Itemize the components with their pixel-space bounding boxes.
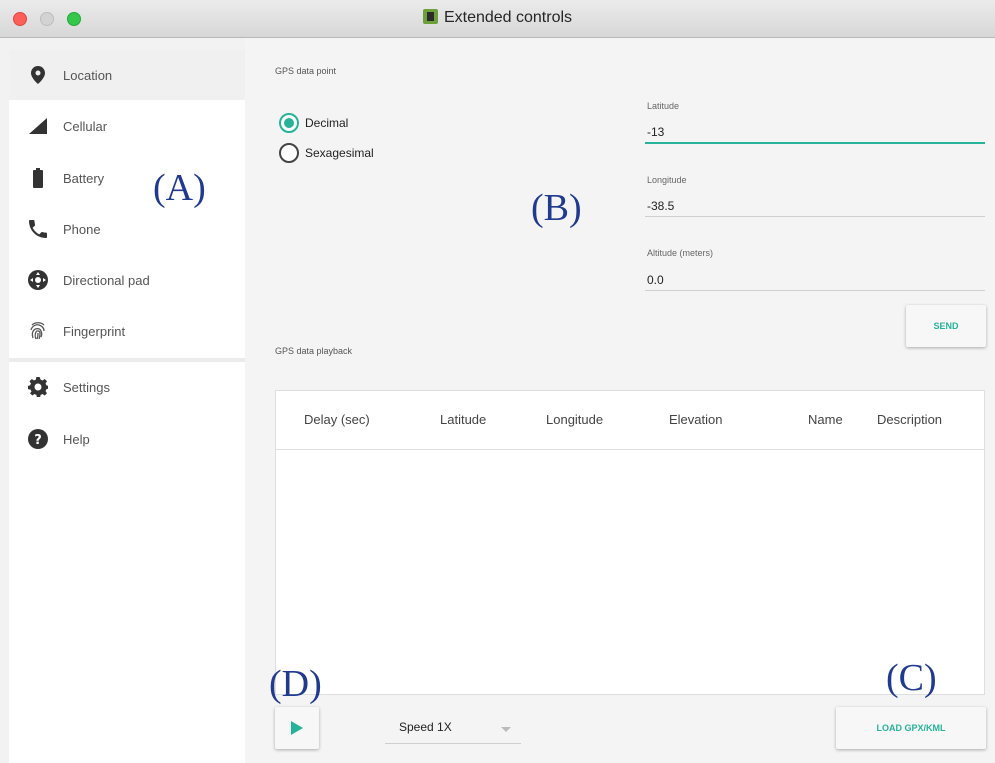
title-bar: Extended controls — [0, 0, 995, 38]
sidebar-item-directional-pad[interactable]: Directional pad — [9, 255, 245, 305]
column-header: Elevation — [669, 412, 723, 427]
signal-icon — [27, 115, 49, 137]
gps-playback-table[interactable]: Delay (sec) Latitude Longitude Elevation… — [275, 390, 985, 695]
radio-selected-icon — [279, 113, 299, 133]
column-header: Description — [877, 412, 943, 427]
sidebar-item-cellular[interactable]: Cellular — [9, 101, 245, 151]
altitude-input[interactable] — [645, 269, 985, 291]
gear-icon — [27, 376, 49, 398]
extended-controls-window: Extended controls Location Cellular Batt… — [0, 0, 995, 763]
annotation-b: (B) — [531, 187, 582, 229]
gps-data-playback-title: GPS data playback — [275, 346, 353, 356]
load-gpx-kml-button[interactable]: LOAD GPX/KML — [836, 707, 986, 749]
sidebar-item-battery[interactable]: Battery — [9, 153, 245, 203]
sidebar-item-location[interactable]: Location — [9, 50, 245, 100]
location-pin-icon — [27, 64, 49, 86]
column-header: Delay (sec) — [304, 412, 370, 427]
window-title-text: Extended controls — [443, 9, 573, 26]
radio-unselected-icon — [279, 143, 299, 163]
help-icon: ? — [27, 428, 49, 450]
sidebar-item-label: Cellular — [63, 118, 108, 134]
column-header: Name — [808, 412, 843, 427]
battery-icon — [27, 167, 49, 189]
altitude-label: Altitude (meters) — [647, 248, 714, 258]
annotation-a: (A) — [153, 167, 206, 209]
table-header: Delay (sec) Latitude Longitude Elevation… — [276, 391, 984, 450]
latitude-input[interactable] — [645, 122, 985, 144]
sidebar-item-label: Fingerprint — [63, 323, 126, 339]
send-button[interactable]: SEND — [906, 305, 986, 347]
sidebar-item-label: Battery — [63, 170, 105, 186]
speed-value: Speed 1X — [399, 720, 452, 734]
annotation-c: (C) — [886, 657, 937, 699]
chevron-down-icon — [501, 727, 511, 732]
play-button[interactable] — [275, 707, 319, 749]
sidebar-item-label: Settings — [63, 379, 110, 395]
sidebar-item-settings[interactable]: Settings — [9, 362, 245, 412]
longitude-label: Longitude — [647, 175, 687, 185]
sidebar: Location Cellular Battery Phone Directio… — [9, 50, 245, 763]
app-icon — [422, 9, 438, 24]
annotation-d: (D) — [269, 663, 322, 705]
radio-sexagesimal[interactable]: Sexagesimal — [279, 143, 374, 163]
longitude-input[interactable] — [645, 195, 985, 217]
svg-text:?: ? — [34, 433, 42, 448]
sidebar-item-label: Phone — [63, 221, 101, 237]
dpad-icon — [27, 269, 49, 291]
column-header: Latitude — [440, 412, 487, 427]
radio-decimal[interactable]: Decimal — [279, 113, 348, 133]
fingerprint-icon — [27, 320, 49, 342]
column-header: Longitude — [546, 412, 604, 427]
window-title: Extended controls — [0, 9, 995, 27]
latitude-label: Latitude — [647, 101, 680, 111]
gps-data-point-title: GPS data point — [275, 66, 337, 76]
play-icon — [291, 721, 303, 735]
speed-dropdown[interactable]: Speed 1X — [385, 714, 521, 744]
sidebar-item-label: Help — [63, 431, 90, 447]
radio-decimal-label: Decimal — [305, 116, 349, 130]
location-panel: GPS data point Decimal Sexagesimal Latit… — [245, 38, 995, 763]
phone-icon — [27, 218, 49, 240]
sidebar-item-label: Location — [63, 67, 113, 83]
sidebar-item-label: Directional pad — [63, 272, 150, 288]
radio-sexagesimal-label: Sexagesimal — [305, 146, 374, 160]
sidebar-item-fingerprint[interactable]: Fingerprint — [9, 306, 245, 356]
sidebar-item-help[interactable]: ? Help — [9, 414, 245, 464]
sidebar-item-phone[interactable]: Phone — [9, 204, 245, 254]
